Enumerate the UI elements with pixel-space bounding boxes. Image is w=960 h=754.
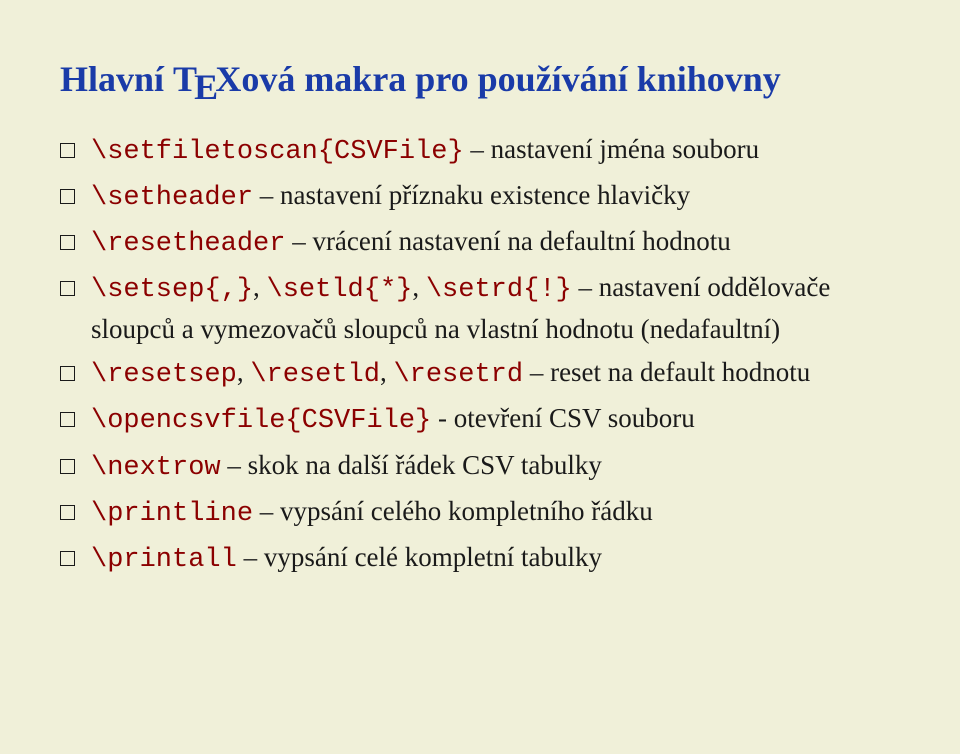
separator: , [237, 357, 251, 387]
title-suffix: ová makra pro používání knihovny [241, 59, 780, 99]
separator: , [380, 357, 394, 387]
separator: – [221, 450, 248, 480]
list-item: \setsep{,}, \setld{*}, \setrd{!} – nasta… [60, 268, 900, 349]
bullet-icon [60, 551, 75, 566]
slide: Hlavní TEXová makra pro používání knihov… [0, 0, 960, 754]
separator: , [253, 272, 267, 302]
bullet-icon [60, 281, 75, 296]
command-text: \printall [91, 545, 237, 575]
bullet-icon [60, 189, 75, 204]
list-item: \printall – vypsání celé kompletní tabul… [60, 538, 900, 580]
item-body: \setheader – nastavení příznaku existenc… [91, 176, 900, 218]
list-item: \resetheader – vrácení nastavení na defa… [60, 222, 900, 264]
list-item: \setheader – nastavení příznaku existenc… [60, 176, 900, 218]
item-body: \opencsvfile{CSVFile} - otevření CSV sou… [91, 399, 900, 441]
command-text: \setsep{,} [91, 275, 253, 305]
separator: - [431, 403, 454, 433]
list-item: \opencsvfile{CSVFile} - otevření CSV sou… [60, 399, 900, 441]
bullet-icon [60, 412, 75, 427]
bullet-icon [60, 505, 75, 520]
command-text: \nextrow [91, 453, 221, 483]
title-prefix: Hlavní [60, 59, 173, 99]
description-text: otevření CSV souboru [454, 403, 695, 433]
list-item: \printline – vypsání celého kompletního … [60, 492, 900, 534]
description-text: vypsání celého kompletního řádku [280, 496, 653, 526]
bullet-icon [60, 459, 75, 474]
item-body: \printall – vypsání celé kompletní tabul… [91, 538, 900, 580]
command-text: \resetld [250, 360, 380, 390]
bullet-icon [60, 366, 75, 381]
description-text: vypsání celé kompletní tabulky [264, 542, 602, 572]
command-text: \setfiletoscan{CSVFile} [91, 137, 464, 167]
separator: – [572, 272, 599, 302]
item-body: \resetheader – vrácení nastavení na defa… [91, 222, 900, 264]
item-body: \resetsep, \resetld, \resetrd – reset na… [91, 353, 900, 395]
list-item: \nextrow – skok na další řádek CSV tabul… [60, 446, 900, 488]
item-body: \setsep{,}, \setld{*}, \setrd{!} – nasta… [91, 268, 900, 349]
description-text: nastavení jména souboru [491, 134, 759, 164]
list-item: \setfiletoscan{CSVFile} – nastavení jmén… [60, 130, 900, 172]
description-text: vrácení nastavení na defaultní hodnotu [312, 226, 730, 256]
command-text: \resetrd [393, 360, 523, 390]
item-body: \setfiletoscan{CSVFile} – nastavení jmén… [91, 130, 900, 172]
separator: , [412, 272, 426, 302]
description-text: reset na default hodnotu [550, 357, 810, 387]
separator: – [464, 134, 491, 164]
bullet-icon [60, 143, 75, 158]
item-body: \printline – vypsání celého kompletního … [91, 492, 900, 534]
bullet-list: \setfiletoscan{CSVFile} – nastavení jmén… [60, 130, 900, 580]
command-text: \setheader [91, 183, 253, 213]
bullet-icon [60, 235, 75, 250]
command-text: \setld{*} [267, 275, 413, 305]
separator: – [523, 357, 550, 387]
command-text: \setrd{!} [426, 275, 572, 305]
command-text: \resetsep [91, 360, 237, 390]
separator: – [253, 496, 280, 526]
tex-logo: TEX [173, 60, 241, 100]
command-text: \resetheader [91, 229, 285, 259]
description-text: nastavení příznaku existence hlavičky [280, 180, 690, 210]
description-text: skok na další řádek CSV tabulky [248, 450, 602, 480]
list-item: \resetsep, \resetld, \resetrd – reset na… [60, 353, 900, 395]
item-body: \nextrow – skok na další řádek CSV tabul… [91, 446, 900, 488]
command-text: \opencsvfile{CSVFile} [91, 406, 431, 436]
separator: – [253, 180, 280, 210]
slide-title: Hlavní TEXová makra pro používání knihov… [60, 60, 900, 100]
separator: – [285, 226, 312, 256]
command-text: \printline [91, 499, 253, 529]
separator: – [237, 542, 264, 572]
